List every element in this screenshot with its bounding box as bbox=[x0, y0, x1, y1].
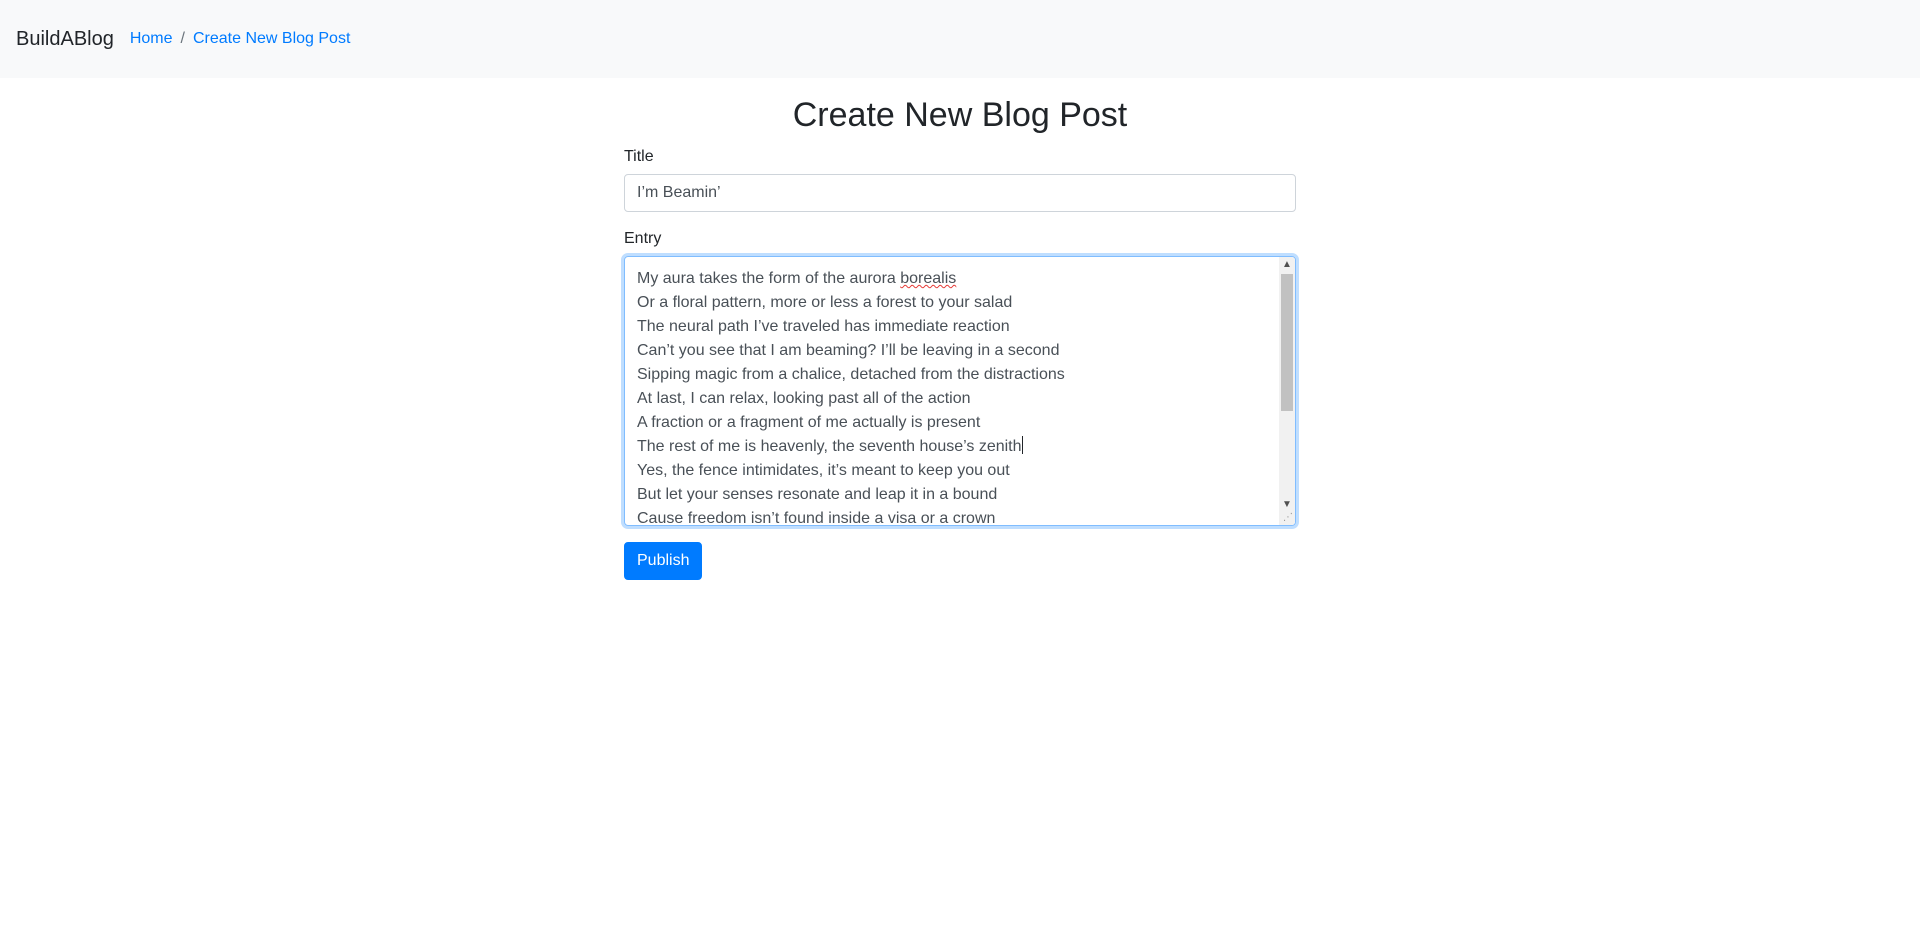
entry-label: Entry bbox=[624, 229, 662, 247]
entry-line: My aura takes the form of the aurora bor… bbox=[637, 267, 1267, 291]
entry-line-text: But let your senses resonate and leap it… bbox=[637, 485, 998, 503]
text-caret bbox=[1021, 435, 1023, 454]
entry-line-text: Yes, the fence intimidates, it’s meant t… bbox=[637, 461, 1010, 479]
entry-line: The rest of me is heavenly, the seventh … bbox=[637, 435, 1267, 459]
entry-line-text: A fraction or a fragment of me actually … bbox=[637, 413, 981, 431]
entry-line-text: Cause freedom isn’t found inside a visa … bbox=[637, 509, 996, 525]
new-post-form: Title Entry My aura takes the form of th… bbox=[624, 148, 1296, 580]
breadcrumb: Home / Create New Blog Post bbox=[130, 30, 351, 48]
scroll-thumb[interactable] bbox=[1281, 273, 1293, 411]
title-label: Title bbox=[624, 147, 654, 165]
entry-textarea[interactable]: My aura takes the form of the aurora bor… bbox=[624, 255, 1296, 526]
resize-grip-icon[interactable]: ⋰ bbox=[1283, 512, 1293, 523]
entry-line: The neural path I’ve traveled has immedi… bbox=[637, 315, 1267, 339]
breadcrumb-separator: / bbox=[180, 30, 185, 47]
entry-line-text: At last, I can relax, looking past all o… bbox=[637, 389, 971, 407]
entry-line-text: The neural path I’ve traveled has immedi… bbox=[637, 317, 1010, 335]
breadcrumb-create-post-link[interactable]: Create New Blog Post bbox=[193, 30, 350, 48]
entry-line-text: Sipping magic from a chalice, detached f… bbox=[637, 365, 1065, 383]
main-content: Create New Blog Post Title Entry My aura… bbox=[624, 95, 1296, 580]
page-title: Create New Blog Post bbox=[792, 96, 1128, 134]
brand-link[interactable]: BuildABlog bbox=[16, 28, 114, 51]
entry-line: Can’t you see that I am beaming? I’ll be… bbox=[637, 339, 1267, 363]
entry-scrollbar[interactable]: ▲ ▼ bbox=[1279, 256, 1295, 525]
entry-line: Yes, the fence intimidates, it’s meant t… bbox=[637, 459, 1267, 483]
entry-line-text: Can’t you see that I am beaming? I’ll be… bbox=[637, 341, 1060, 359]
entry-line-text: My aura takes the form of the aurora bbox=[637, 269, 901, 287]
scroll-down-arrow-icon[interactable]: ▼ bbox=[1279, 497, 1295, 513]
scroll-up-arrow-icon[interactable]: ▲ bbox=[1279, 257, 1295, 273]
title-input[interactable] bbox=[624, 173, 1296, 212]
misspelled-word[interactable]: borealis bbox=[900, 270, 956, 287]
entry-line-text: The rest of me is heavenly, the seventh … bbox=[637, 437, 1022, 455]
publish-button[interactable]: Publish bbox=[624, 541, 703, 580]
entry-line: But let your senses resonate and leap it… bbox=[637, 483, 1267, 507]
entry-line: Or a floral pattern, more or less a fore… bbox=[637, 291, 1267, 315]
entry-line: A fraction or a fragment of me actually … bbox=[637, 411, 1267, 435]
breadcrumb-home-link[interactable]: Home bbox=[130, 30, 173, 48]
entry-text-content[interactable]: My aura takes the form of the aurora bor… bbox=[625, 257, 1279, 525]
entry-line: At last, I can relax, looking past all o… bbox=[637, 387, 1267, 411]
entry-line: Sipping magic from a chalice, detached f… bbox=[637, 363, 1267, 387]
navbar: BuildABlog Home / Create New Blog Post bbox=[0, 0, 1920, 78]
entry-line-text: Or a floral pattern, more or less a fore… bbox=[637, 293, 1013, 311]
entry-line: Cause freedom isn’t found inside a visa … bbox=[637, 507, 1267, 525]
